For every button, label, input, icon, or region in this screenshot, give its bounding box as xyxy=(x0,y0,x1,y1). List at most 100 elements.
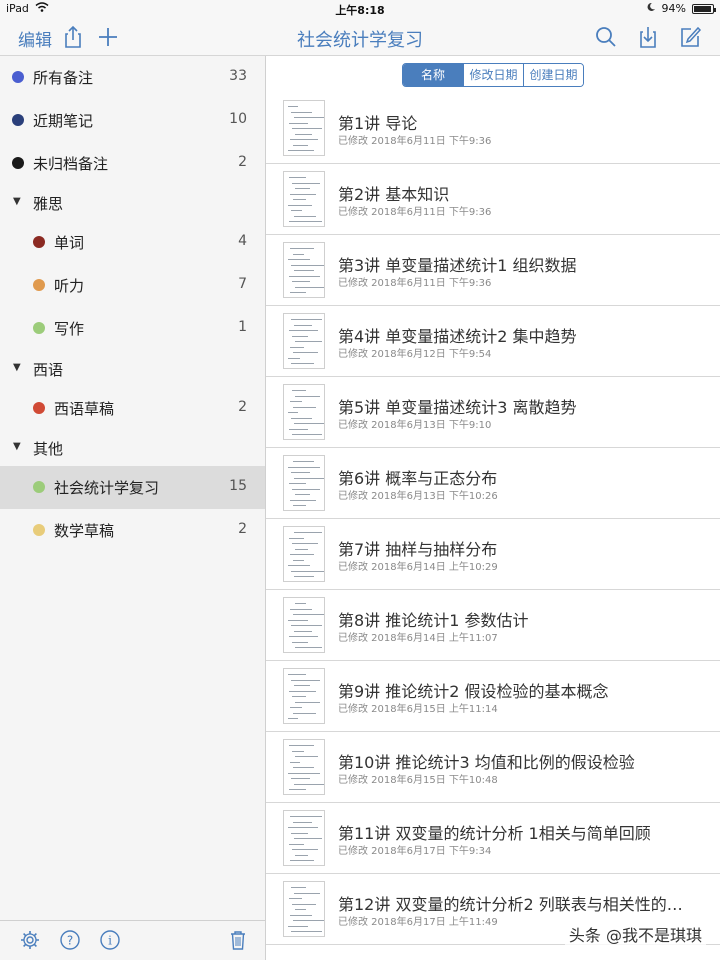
sidebar-item-unfiled[interactable]: 未归档备注 2 xyxy=(0,142,265,185)
gear-icon[interactable] xyxy=(19,929,41,951)
caret-down-icon: ▼ xyxy=(13,362,21,373)
note-title: 第5讲 单变量描述统计3 离散趋势 xyxy=(338,398,577,417)
battery-percent: 94% xyxy=(661,2,686,15)
note-modified-date: 已修改 2018年6月15日 上午11:14 xyxy=(338,704,498,715)
sidebar-item-label: 未归档备注 xyxy=(33,155,109,173)
note-title: 第4讲 单变量描述统计2 集中趋势 xyxy=(338,327,577,346)
note-thumbnail xyxy=(283,597,325,653)
info-icon[interactable]: i xyxy=(99,929,121,951)
note-row[interactable]: 第3讲 单变量描述统计1 组织数据 已修改 2018年6月11日 下午9:36 xyxy=(266,235,720,306)
nav-bar: 编辑 社会统计学复习 xyxy=(0,18,720,56)
sidebar-item-label: 写作 xyxy=(54,320,85,338)
note-row[interactable]: 第1讲 导论已修改 2018年6月11日 下午9:36 xyxy=(266,93,720,164)
compose-icon[interactable] xyxy=(677,24,703,50)
sidebar-item-spanish-drafts[interactable]: 西语草稿 2 xyxy=(0,387,265,430)
color-dot xyxy=(12,71,24,83)
sidebar-item-count: 10 xyxy=(229,111,247,127)
color-dot xyxy=(33,236,45,248)
sidebar-item-count: 2 xyxy=(238,521,247,537)
sidebar-item-count: 7 xyxy=(238,276,247,292)
sidebar-group-label: 其他 xyxy=(33,440,64,458)
note-thumbnail xyxy=(283,384,325,440)
caret-down-icon: ▼ xyxy=(13,441,21,452)
sidebar-group-other[interactable]: ▼ 其他 xyxy=(0,430,265,466)
color-dot xyxy=(33,524,45,536)
status-time: 上午8:18 xyxy=(335,4,385,17)
add-icon[interactable] xyxy=(95,24,121,50)
note-row[interactable]: 第11讲 双变量的统计分析 1相关与简单回顾已修改 2018年6月17日 下午9… xyxy=(266,803,720,874)
note-title: 第2讲 基本知识 xyxy=(338,185,450,204)
sidebar-item-count: 33 xyxy=(229,68,247,84)
note-thumbnail xyxy=(283,810,325,866)
color-dot xyxy=(12,114,24,126)
import-icon[interactable] xyxy=(635,24,661,50)
sidebar-item-math-drafts[interactable]: 数学草稿 2 xyxy=(0,509,265,552)
note-row[interactable]: 第9讲 推论统计2 假设检验的基本概念 已修改 2018年6月15日 上午11:1… xyxy=(266,661,720,732)
watermark: 头条 @我不是琪琪 xyxy=(564,922,706,946)
sidebar-item-all-notes[interactable]: 所有备注 33 xyxy=(0,56,265,99)
sort-segmented-control: 名称 修改日期 创建日期 xyxy=(402,63,584,87)
share-icon[interactable] xyxy=(60,24,86,50)
search-icon[interactable] xyxy=(593,24,619,50)
sidebar-item-label: 单词 xyxy=(54,234,85,252)
sidebar-item-social-statistics[interactable]: 社会统计学复习 15 xyxy=(0,466,265,509)
note-row[interactable]: 第8讲 推论统计1 参数估计 已修改 2018年6月14日 上午11:07 xyxy=(266,590,720,661)
sidebar-item-recent[interactable]: 近期笔记 10 xyxy=(0,99,265,142)
sidebar-item-count: 15 xyxy=(229,478,247,494)
note-row[interactable]: 第4讲 单变量描述统计2 集中趋势已修改 2018年6月12日 下午9:54 xyxy=(266,306,720,377)
sidebar-item-label: 所有备注 xyxy=(33,69,94,87)
color-dot xyxy=(33,322,45,334)
note-title: 第3讲 单变量描述统计1 组织数据 xyxy=(338,256,577,275)
sidebar-item-label: 西语草稿 xyxy=(54,400,115,418)
sort-by-modified-button[interactable]: 修改日期 xyxy=(463,64,523,86)
note-modified-date: 已修改 2018年6月13日 下午9:10 xyxy=(338,420,492,431)
note-title: 第1讲 导论 xyxy=(338,114,418,133)
sidebar-group-ielts[interactable]: ▼ 雅思 xyxy=(0,185,265,221)
svg-text:?: ? xyxy=(67,934,73,948)
sidebar-group-spanish[interactable]: ▼ 西语 xyxy=(0,351,265,387)
note-row[interactable]: 第7讲 抽样与抽样分布已修改 2018年6月14日 上午10:29 xyxy=(266,519,720,590)
sidebar-item-vocabulary[interactable]: 单词 4 xyxy=(0,221,265,264)
note-modified-date: 已修改 2018年6月17日 上午11:49 xyxy=(338,917,498,928)
note-modified-date: 已修改 2018年6月14日 上午10:29 xyxy=(338,562,498,573)
sidebar-group-label: 西语 xyxy=(33,361,64,379)
sidebar-item-label: 听力 xyxy=(54,277,85,295)
sidebar-item-listening[interactable]: 听力 7 xyxy=(0,264,265,307)
note-modified-date: 已修改 2018年6月15日 下午10:48 xyxy=(338,775,498,786)
note-title: 第7讲 抽样与抽样分布 xyxy=(338,540,498,559)
note-thumbnail xyxy=(283,526,325,582)
battery-icon xyxy=(692,3,716,14)
color-dot xyxy=(33,279,45,291)
note-row[interactable]: 第6讲 概率与正态分布已修改 2018年6月13日 下午10:26 xyxy=(266,448,720,519)
note-modified-date: 已修改 2018年6月11日 下午9:36 xyxy=(338,207,492,218)
sidebar-item-count: 2 xyxy=(238,399,247,415)
status-bar: iPad 上午8:18 94% xyxy=(0,0,720,18)
note-thumbnail xyxy=(283,739,325,795)
note-thumbnail xyxy=(283,100,325,156)
sidebar-item-writing[interactable]: 写作 1 xyxy=(0,307,265,350)
sort-by-name-button[interactable]: 名称 xyxy=(403,64,463,86)
color-dot xyxy=(12,157,24,169)
color-dot xyxy=(33,402,45,414)
note-thumbnail xyxy=(283,455,325,511)
trash-icon[interactable] xyxy=(227,929,249,951)
note-row[interactable]: 第2讲 基本知识已修改 2018年6月11日 下午9:36 xyxy=(266,164,720,235)
note-list: 第1讲 导论 已修改 2018年6月11日 下午9:36 第2讲 基本知识 已修改 2… xyxy=(266,93,720,960)
sort-by-created-button[interactable]: 创建日期 xyxy=(523,64,583,86)
note-title: 第6讲 概率与正态分布 xyxy=(338,469,498,488)
sidebar-item-label: 近期笔记 xyxy=(33,112,94,130)
note-title: 第12讲 双变量的统计分析2 列联表与相关性的… xyxy=(338,895,683,914)
edit-button[interactable]: 编辑 xyxy=(18,26,52,51)
note-thumbnail xyxy=(283,668,325,724)
moon-icon xyxy=(646,2,656,15)
note-row[interactable]: 第10讲 推论统计3 均值和比例的假设检验 已修改 2018年6月15日 下午10… xyxy=(266,732,720,803)
help-icon[interactable]: ? xyxy=(59,929,81,951)
note-modified-date: 已修改 2018年6月17日 下午9:34 xyxy=(338,846,492,857)
note-modified-date: 已修改 2018年6月12日 下午9:54 xyxy=(338,349,492,360)
note-modified-date: 已修改 2018年6月11日 下午9:36 xyxy=(338,136,492,147)
note-title: 第11讲 双变量的统计分析 1相关与简单回顾 xyxy=(338,824,651,843)
note-modified-date: 已修改 2018年6月13日 下午10:26 xyxy=(338,491,498,502)
sidebar-item-count: 1 xyxy=(238,319,247,335)
note-row[interactable]: 第5讲 单变量描述统计3 离散趋势已修改 2018年6月13日 下午9:10 xyxy=(266,377,720,448)
caret-down-icon: ▼ xyxy=(13,196,21,207)
